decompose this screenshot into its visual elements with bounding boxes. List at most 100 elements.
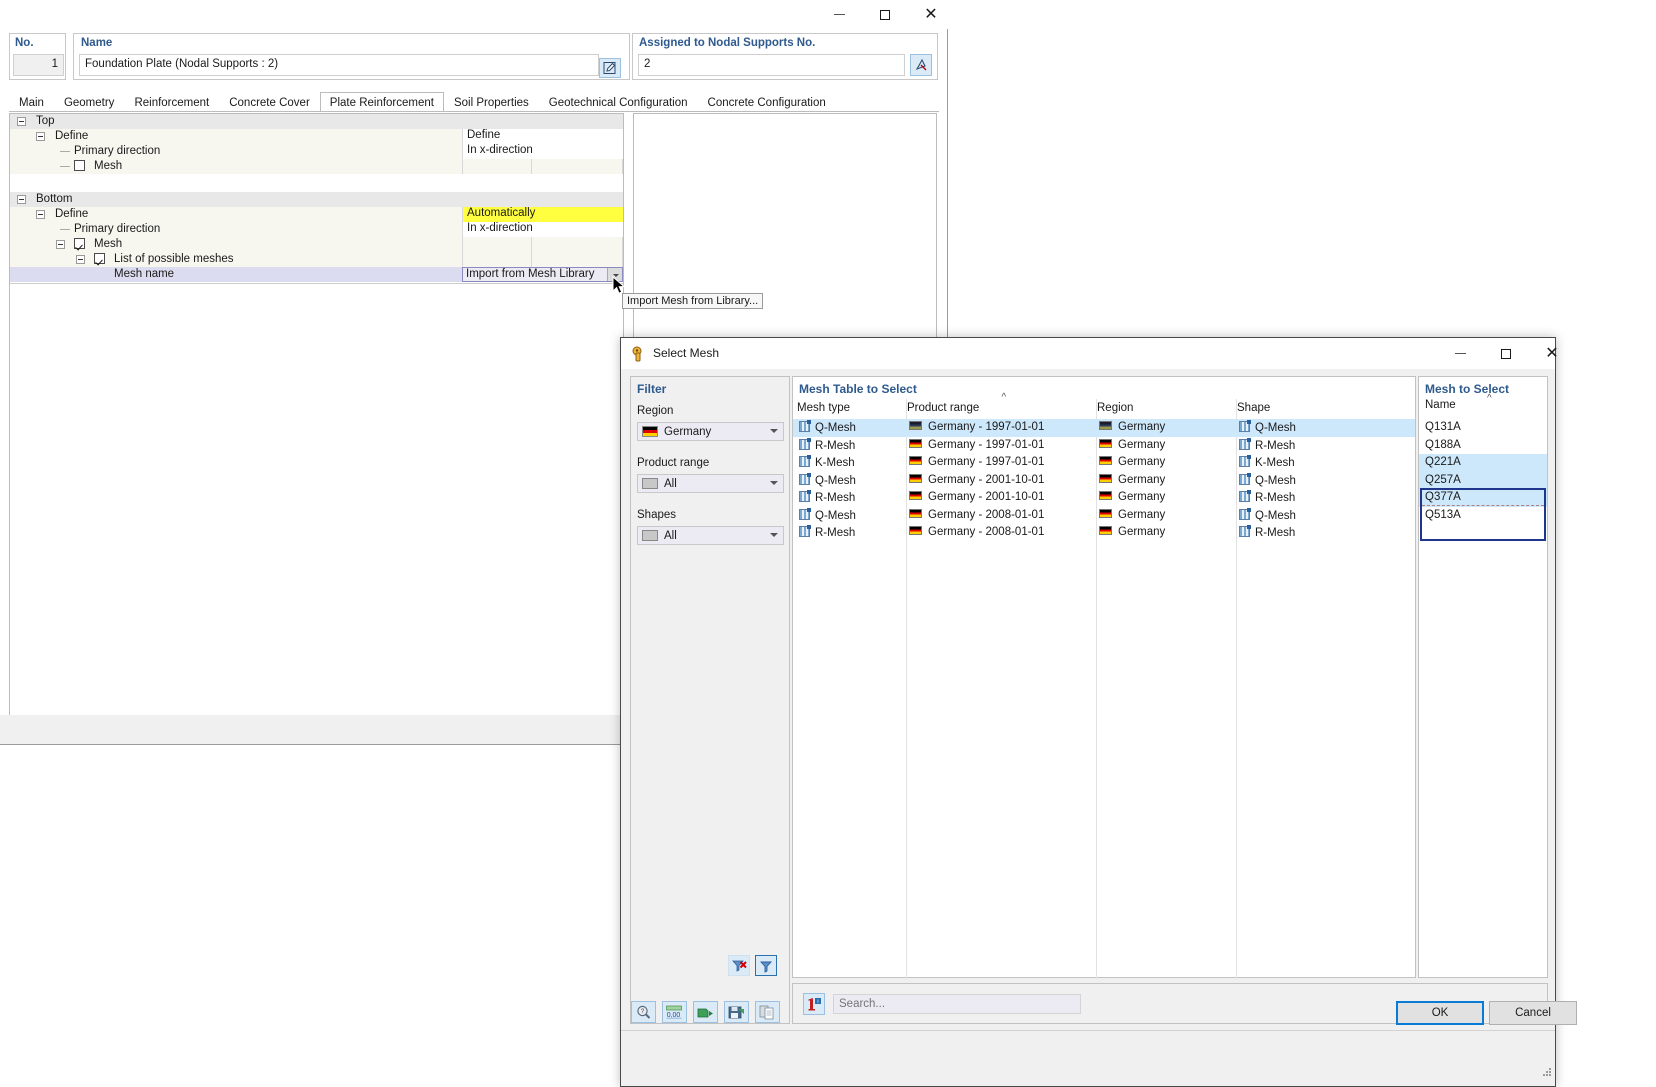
- tab-geometry[interactable]: Geometry: [54, 92, 125, 112]
- export-button[interactable]: [693, 1001, 718, 1023]
- resize-grip[interactable]: [1543, 1068, 1553, 1078]
- tree-group-top[interactable]: Top: [10, 114, 623, 129]
- list-item[interactable]: Q131A: [1419, 419, 1547, 437]
- tree-row-top-mesh[interactable]: Mesh: [10, 159, 623, 174]
- dialog-minimize-button[interactable]: [1437, 339, 1483, 368]
- tree-value-bottom-define[interactable]: Automatically: [462, 207, 623, 222]
- tab-soil-properties[interactable]: Soil Properties: [444, 92, 539, 112]
- top-mesh-checkbox[interactable]: [74, 160, 85, 172]
- tab-geotechnical-configuration[interactable]: Geotechnical Configuration: [539, 92, 698, 112]
- minimize-button[interactable]: [816, 0, 862, 29]
- tab-main[interactable]: Main: [9, 92, 54, 112]
- flag-germany-icon: [642, 426, 658, 437]
- mesh-to-select-column-header[interactable]: Name: [1425, 399, 1456, 411]
- filter-panel: Filter Region Germany Product range All …: [630, 376, 790, 1024]
- dialog-maximize-button[interactable]: [1483, 339, 1529, 368]
- tree-value-top-primary-direction[interactable]: In x-direction: [462, 144, 623, 159]
- mouse-cursor: [612, 276, 626, 294]
- column-header-region[interactable]: Region: [1097, 399, 1237, 419]
- cell-product-range: Germany - 2001-10-01: [928, 491, 1045, 503]
- tree-group-bottom[interactable]: Bottom: [10, 192, 623, 207]
- maximize-button[interactable]: [862, 0, 908, 29]
- mesh-library-icon: [632, 346, 642, 362]
- table-row[interactable]: R-Mesh Germany - 2001-10-01 Germany R-Me…: [793, 489, 1415, 507]
- number-input[interactable]: 1: [13, 54, 64, 76]
- flag-germany-icon: [1099, 473, 1112, 483]
- tree-row-top-define[interactable]: Define Define: [10, 129, 623, 144]
- mesh-name-value[interactable]: Import from Mesh Library: [466, 268, 594, 280]
- dialog-close-button[interactable]: ✕: [1529, 339, 1575, 368]
- tree-value-top-mesh-a[interactable]: [462, 159, 532, 174]
- list-item[interactable]: Q257A: [1419, 471, 1547, 489]
- tab-plate-reinforcement[interactable]: Plate Reinforcement: [319, 92, 444, 112]
- save-button[interactable]: [724, 1001, 749, 1023]
- product-range-combobox[interactable]: All: [637, 474, 784, 493]
- tree-label-define: Define: [55, 130, 89, 142]
- list-of-meshes-checkbox[interactable]: [94, 253, 105, 265]
- table-row[interactable]: Q-Mesh Germany - 2001-10-01 Germany Q-Me…: [793, 472, 1415, 490]
- shape-icon: [1239, 507, 1251, 520]
- table-row[interactable]: R-Mesh Germany - 1997-01-01 Germany R-Me…: [793, 437, 1415, 455]
- column-header-product-range[interactable]: Product range ^: [907, 392, 1097, 419]
- assigned-input[interactable]: 2: [638, 54, 905, 76]
- tree-row-mesh-name[interactable]: Mesh name Import from Mesh Library: [10, 267, 623, 282]
- chevron-down-icon: [770, 481, 778, 485]
- cell-shape: R-Mesh: [1255, 439, 1296, 452]
- region-combobox[interactable]: Germany: [637, 422, 784, 441]
- collapse-icon[interactable]: [36, 210, 45, 220]
- no-flag-icon: [642, 478, 658, 489]
- help-button[interactable]: ?: [631, 1001, 656, 1023]
- shapes-combobox[interactable]: All: [637, 526, 784, 545]
- clear-filter-button[interactable]: [728, 955, 750, 976]
- close-button[interactable]: ✕: [908, 0, 954, 29]
- units-button[interactable]: 0,00: [662, 1001, 687, 1023]
- cell-product-range: Germany - 2008-01-01: [928, 526, 1045, 538]
- column-header-mesh-type[interactable]: Mesh type: [797, 399, 907, 419]
- name-input[interactable]: Foundation Plate (Nodal Supports : 2): [79, 54, 599, 76]
- tab-concrete-cover[interactable]: Concrete Cover: [219, 92, 320, 112]
- table-row[interactable]: R-Mesh Germany - 2008-01-01 Germany R-Me…: [793, 524, 1415, 542]
- ok-button[interactable]: OK: [1396, 1001, 1484, 1025]
- collapse-icon[interactable]: [17, 195, 26, 205]
- tree-value-top-define[interactable]: Define: [462, 129, 623, 144]
- list-item[interactable]: Q377A: [1419, 489, 1547, 507]
- tree-value-bottom-mesh-b[interactable]: [532, 237, 623, 252]
- list-item[interactable]: Q188A: [1419, 437, 1547, 455]
- collapse-icon[interactable]: [76, 255, 85, 265]
- tree-row-bottom-primary-direction[interactable]: Primary direction In x-direction: [10, 222, 623, 237]
- tree-value-bottom-primary-direction[interactable]: In x-direction: [462, 222, 623, 237]
- assigned-nodal-supports-group: Assigned to Nodal Supports No. 2: [632, 33, 938, 80]
- table-row[interactable]: K-Mesh Germany - 1997-01-01 Germany K-Me…: [793, 454, 1415, 472]
- tree-value-list-a[interactable]: [462, 252, 532, 267]
- bottom-mesh-checkbox[interactable]: [74, 238, 85, 250]
- chevron-down-icon: [770, 429, 778, 433]
- copy-button[interactable]: [755, 1001, 780, 1023]
- table-row[interactable]: Q-Mesh Germany - 1997-01-01 Germany Q-Me…: [793, 419, 1415, 437]
- collapse-icon[interactable]: [17, 117, 26, 127]
- shapes-label: Shapes: [637, 509, 677, 521]
- table-row[interactable]: Q-Mesh Germany - 2008-01-01 Germany Q-Me…: [793, 507, 1415, 525]
- collapse-icon[interactable]: [56, 240, 65, 250]
- sort-ascending-icon: ^: [1001, 392, 1007, 403]
- collapse-icon[interactable]: [36, 132, 45, 142]
- tab-concrete-configuration[interactable]: Concrete Configuration: [698, 92, 836, 112]
- mesh-info-button[interactable]: i: [803, 993, 825, 1015]
- name-edit-button[interactable]: [599, 58, 621, 78]
- cell-product-range: Germany - 2001-10-01: [928, 473, 1045, 486]
- tree-row-bottom-define[interactable]: Define Automatically: [10, 207, 623, 222]
- tree-row-list-of-possible-meshes[interactable]: List of possible meshes: [10, 252, 623, 267]
- tree-value-top-mesh-b[interactable]: [532, 159, 623, 174]
- tree-value-bottom-mesh-a[interactable]: [462, 237, 532, 252]
- list-item[interactable]: Q513A: [1419, 507, 1547, 525]
- tab-reinforcement[interactable]: Reinforcement: [124, 92, 219, 112]
- list-item[interactable]: Q221A: [1419, 454, 1547, 472]
- cancel-button[interactable]: Cancel: [1489, 1001, 1577, 1025]
- tree-value-list-b[interactable]: [532, 252, 623, 267]
- tree-row-bottom-mesh[interactable]: Mesh: [10, 237, 623, 252]
- apply-filter-button[interactable]: [755, 955, 777, 976]
- mesh-type-icon: [799, 525, 811, 537]
- column-header-shape[interactable]: Shape: [1237, 399, 1415, 419]
- tree-row-top-primary-direction[interactable]: Primary direction In x-direction: [10, 144, 623, 159]
- pick-nodal-support-button[interactable]: [910, 54, 932, 76]
- search-input[interactable]: [833, 994, 1081, 1014]
